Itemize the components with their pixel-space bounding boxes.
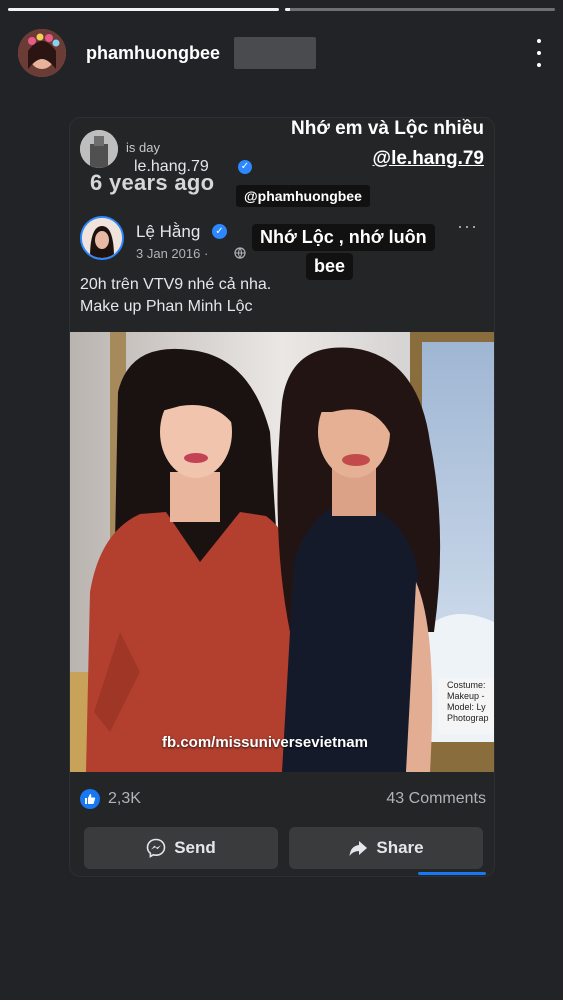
progress-segment (8, 8, 279, 11)
caption-sticker-line1: Nhớ em và Lộc nhiều (291, 118, 484, 139)
share-label: Share (376, 838, 424, 857)
memory-avatar (80, 130, 118, 168)
reactions-summary[interactable]: 2,3K (80, 789, 141, 809)
photo-caption-text: Costume: Makeup - Model: Ly Photograp (447, 680, 489, 723)
messenger-icon (146, 838, 166, 858)
caption-sticker-mention[interactable]: @le.hang.79 (373, 148, 484, 170)
post-author-avatar[interactable] (80, 216, 124, 260)
post-date[interactable]: 3 Jan 2016 · (136, 246, 208, 261)
story-username[interactable]: phamhuongbee (86, 43, 220, 64)
share-button[interactable]: Share (289, 827, 483, 869)
scroll-indicator (418, 872, 486, 875)
mention-sticker[interactable]: @phamhuongbee (236, 185, 370, 207)
shared-memory-card[interactable]: is day le.hang.79 ✓ 6 years ago Nhớ em v… (70, 118, 494, 876)
memory-label: is day (126, 140, 160, 155)
photo-watermark: fb.com/missuniversevietnam (162, 734, 368, 751)
like-count: 2,3K (108, 790, 141, 807)
memory-years-ago: 6 years ago (90, 170, 215, 195)
post-text: 20h trên VTV9 nhé cả nha. Make up Phan M… (80, 274, 271, 318)
send-label: Send (174, 838, 216, 857)
post-text-line: 20h trên VTV9 nhé cả nha. (80, 276, 272, 293)
share-icon (349, 841, 368, 856)
post-text-line: Make up Phan Minh Lộc (80, 298, 253, 315)
note-sticker-line1: Nhớ Lộc , nhớ luôn (252, 224, 435, 251)
like-icon (80, 789, 100, 809)
avatar[interactable] (18, 29, 66, 77)
note-sticker-line2: bee (306, 253, 354, 280)
comments-count[interactable]: 43 Comments (386, 790, 486, 808)
globe-icon (234, 247, 246, 259)
note-sticker: Nhớ Lộc , nhớ luôn bee (252, 224, 435, 280)
post-more-icon[interactable]: ··· (457, 216, 478, 237)
verified-icon: ✓ (238, 160, 252, 174)
memory-header: is day le.hang.79 ✓ 6 years ago (80, 130, 280, 195)
verified-icon: ✓ (212, 224, 227, 239)
story-header: phamhuongbee (18, 28, 549, 78)
blurred-timestamp (234, 37, 316, 69)
post-photo[interactable]: fb.com/missuniversevietnam Costume: Make… (70, 332, 494, 772)
post-author-name[interactable]: Lệ Hằng (136, 222, 200, 242)
more-vertical-icon[interactable] (529, 37, 549, 69)
send-button[interactable]: Send (84, 827, 278, 869)
story-progress-bar (8, 8, 555, 11)
progress-segment (284, 8, 555, 11)
